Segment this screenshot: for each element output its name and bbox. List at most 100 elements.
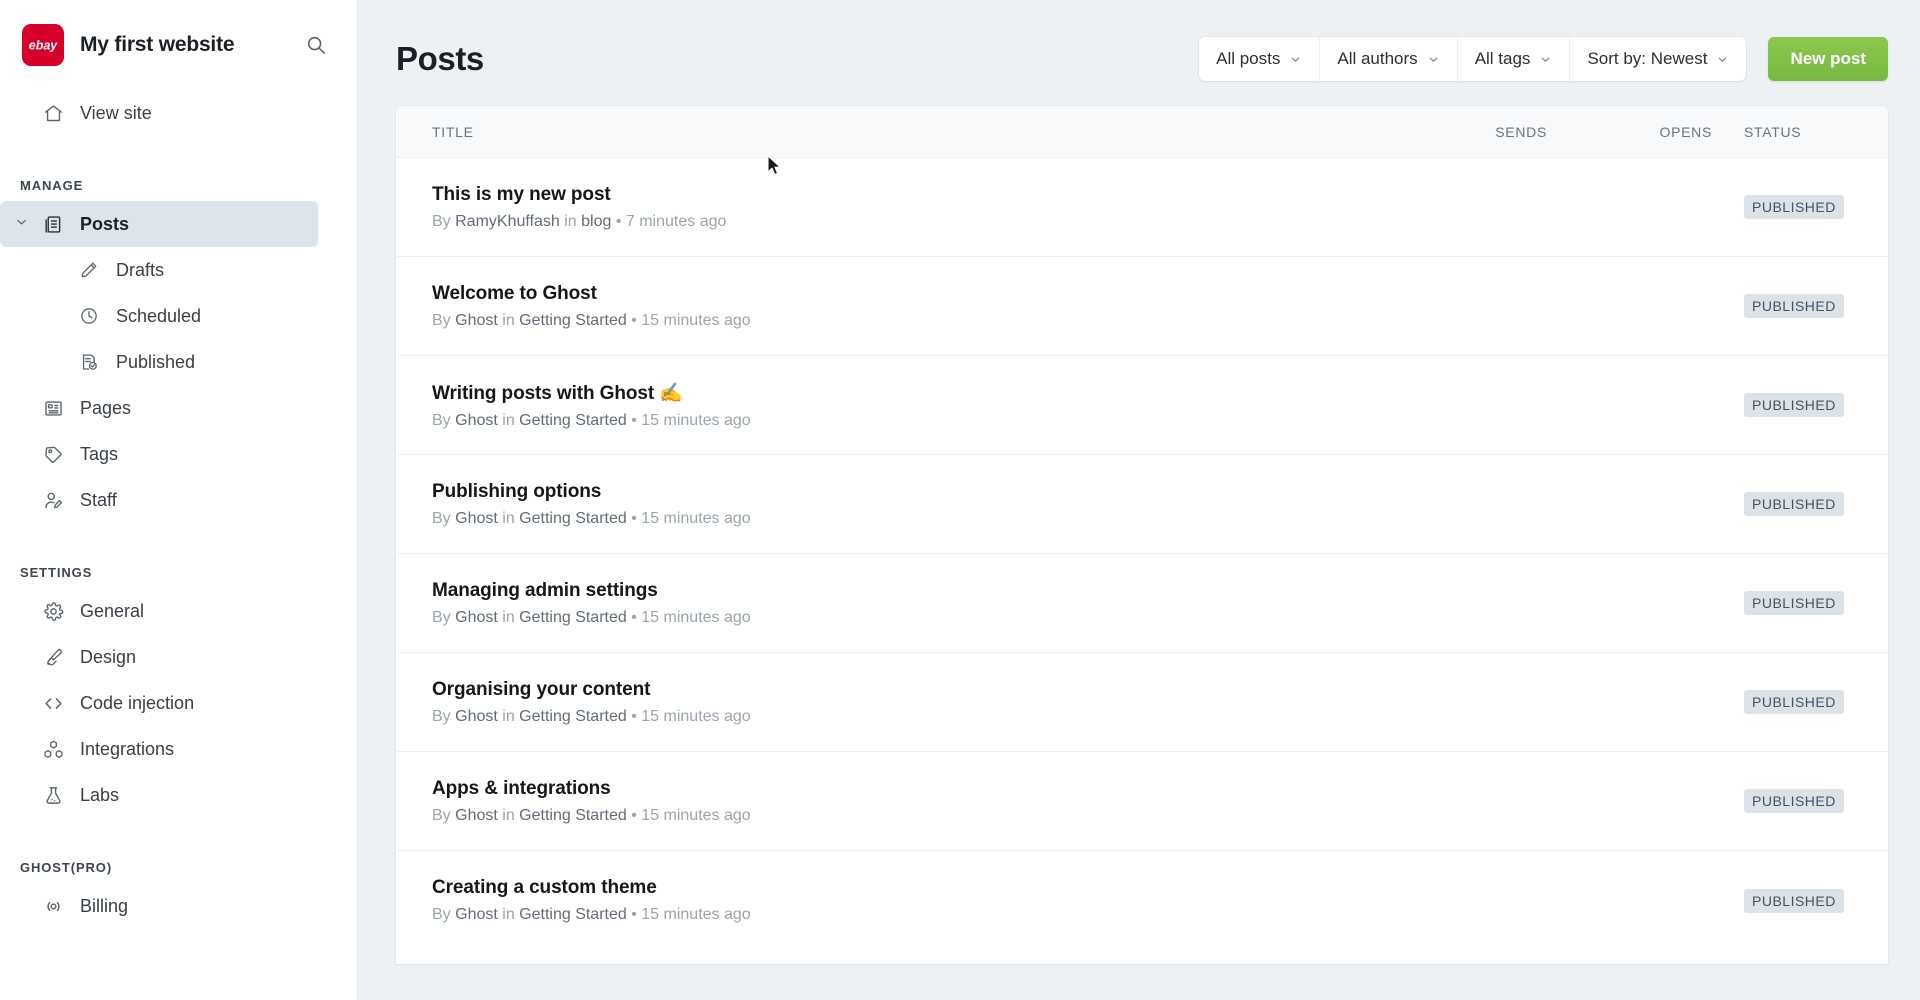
post-title[interactable]: Apps & integrations — [432, 778, 1372, 800]
sidebar-item-general[interactable]: General — [0, 588, 357, 634]
post-cell-status: PUBLISHED — [1712, 591, 1852, 615]
column-header-opens: OPENS — [1659, 123, 1712, 140]
post-tag: Getting Started — [519, 411, 627, 429]
sidebar: ebay My first website View site MANAGE P… — [0, 0, 358, 1000]
status-badge: PUBLISHED — [1744, 294, 1844, 318]
post-meta: By Ghost in Getting Started • 15 minutes… — [432, 906, 1372, 924]
post-meta: By RamyKhuffash in blog • 7 minutes ago — [432, 213, 1372, 231]
post-author: Ghost — [455, 411, 498, 429]
post-time: 15 minutes ago — [641, 608, 751, 626]
sidebar-section-settings-label: SETTINGS — [20, 565, 93, 580]
sidebar-item-integrations[interactable]: Integrations — [0, 726, 357, 772]
filter-all-posts[interactable]: All posts — [1199, 37, 1321, 81]
sidebar-item-label: View site — [80, 102, 152, 123]
new-post-button[interactable]: New post — [1768, 37, 1888, 81]
flask-icon — [40, 785, 66, 806]
post-in-text: in — [497, 608, 520, 626]
chevron-down-icon[interactable] — [14, 214, 29, 235]
filter-label: All authors — [1337, 49, 1418, 68]
sidebar-section-ghostpro-label: GHOST(PRO) — [20, 860, 113, 875]
posts-icon — [40, 214, 66, 235]
post-in-text: in — [497, 311, 520, 329]
table-row[interactable]: Organising your content By Ghost in Getti… — [396, 653, 1888, 752]
sidebar-item-labs[interactable]: Labs — [0, 772, 357, 818]
sidebar-item-label: Pages — [80, 397, 132, 418]
post-separator: • — [626, 608, 642, 626]
code-brackets-icon — [40, 693, 66, 714]
table-row[interactable]: Apps & integrations By Ghost in Getting S… — [396, 752, 1888, 851]
table-row[interactable]: Creating a custom theme By Ghost in Getti… — [396, 851, 1888, 950]
table-body: This is my new post By RamyKhuffash in bl… — [396, 158, 1888, 950]
post-cell-title: Managing admin settings By Ghost in Getti… — [432, 580, 1372, 627]
table-row[interactable]: Publishing options By Ghost in Getting St… — [396, 455, 1888, 554]
post-time: 15 minutes ago — [641, 707, 751, 725]
paintbrush-icon — [40, 647, 66, 668]
post-meta: By Ghost in Getting Started • 15 minutes… — [432, 708, 1372, 726]
sidebar-item-design[interactable]: Design — [0, 634, 357, 680]
status-badge: PUBLISHED — [1744, 888, 1844, 913]
post-author: Ghost — [455, 906, 498, 923]
sidebar-section-manage-label: MANAGE — [20, 178, 84, 193]
table-row[interactable]: Writing posts with Ghost ✍️ By Ghost in G… — [396, 356, 1888, 455]
filter-label: All posts — [1216, 49, 1281, 68]
post-title[interactable]: Welcome to Ghost — [432, 283, 1372, 305]
sidebar-item-label: Billing — [80, 895, 129, 916]
site-logo: ebay — [22, 24, 64, 66]
post-title[interactable]: Organising your content — [432, 679, 1372, 701]
post-by-prefix: By — [432, 509, 456, 527]
post-cell-status: PUBLISHED — [1712, 690, 1852, 714]
post-cell-title: This is my new post By RamyKhuffash in bl… — [432, 184, 1372, 231]
toolbar: All posts All authors All tags Sort by: … — [1199, 37, 1888, 81]
sidebar-item-drafts[interactable]: Drafts — [0, 247, 357, 293]
post-time: 15 minutes ago — [641, 806, 751, 824]
post-title[interactable]: Creating a custom theme — [432, 877, 1372, 899]
post-title[interactable]: Writing posts with Ghost ✍️ — [432, 381, 1372, 405]
post-tag: Getting Started — [519, 608, 627, 626]
pencil-icon — [76, 260, 102, 280]
post-cell-title: Organising your content By Ghost in Getti… — [432, 679, 1372, 726]
post-tag: Getting Started — [519, 311, 627, 329]
table-header-row: TITLE SENDS OPENS STATUS — [396, 106, 1888, 158]
post-time: 7 minutes ago — [625, 212, 727, 230]
post-title[interactable]: Publishing options — [432, 481, 1372, 503]
sidebar-item-label: Published — [116, 351, 196, 372]
sidebar-item-label: Staff — [80, 489, 117, 510]
post-cell-status: PUBLISHED — [1712, 789, 1852, 813]
post-meta: By Ghost in Getting Started • 15 minutes… — [432, 312, 1372, 330]
post-title[interactable]: This is my new post — [432, 184, 1372, 206]
sidebar-item-code-injection[interactable]: Code injection — [0, 680, 357, 726]
post-title[interactable]: Managing admin settings — [432, 580, 1372, 602]
sidebar-brand[interactable]: ebay My first website — [0, 0, 357, 68]
sidebar-item-label: Posts — [80, 213, 130, 234]
table-row[interactable]: Welcome to Ghost By Ghost in Getting Star… — [396, 257, 1888, 356]
post-author: Ghost — [455, 608, 498, 626]
sidebar-item-tags[interactable]: Tags — [0, 431, 357, 477]
integrations-icon — [40, 739, 66, 760]
filter-all-authors[interactable]: All authors — [1320, 37, 1458, 81]
sidebar-item-view-site[interactable]: View site — [0, 90, 357, 136]
filter-sort-by[interactable]: Sort by: Newest — [1570, 37, 1746, 81]
sidebar-item-label: Integrations — [80, 738, 175, 759]
sidebar-item-staff[interactable]: Staff — [0, 477, 357, 523]
post-separator: • — [626, 509, 642, 527]
table-row[interactable]: This is my new post By RamyKhuffash in bl… — [396, 158, 1888, 257]
sidebar-item-pages[interactable]: Pages — [0, 385, 357, 431]
app-root: ebay My first website View site MANAGE P… — [0, 0, 1920, 1000]
sidebar-item-scheduled[interactable]: Scheduled — [0, 293, 357, 339]
post-cell-status: PUBLISHED — [1712, 195, 1852, 219]
search-icon[interactable] — [301, 30, 331, 60]
filter-label: Sort by: Newest — [1587, 49, 1708, 68]
sidebar-item-posts[interactable]: Posts — [0, 201, 318, 247]
post-separator: • — [626, 806, 642, 824]
table-row[interactable]: Managing admin settings By Ghost in Getti… — [396, 554, 1888, 653]
status-badge: PUBLISHED — [1744, 195, 1844, 219]
filter-all-tags[interactable]: All tags — [1458, 37, 1571, 81]
sidebar-item-published[interactable]: Published — [0, 339, 357, 385]
post-by-prefix: By — [432, 411, 456, 429]
post-by-prefix: By — [432, 906, 456, 923]
post-meta: By Ghost in Getting Started • 15 minutes… — [432, 412, 1372, 430]
post-cell-title: Apps & integrations By Ghost in Getting S… — [432, 778, 1372, 825]
sidebar-item-billing[interactable]: Billing — [0, 883, 357, 929]
